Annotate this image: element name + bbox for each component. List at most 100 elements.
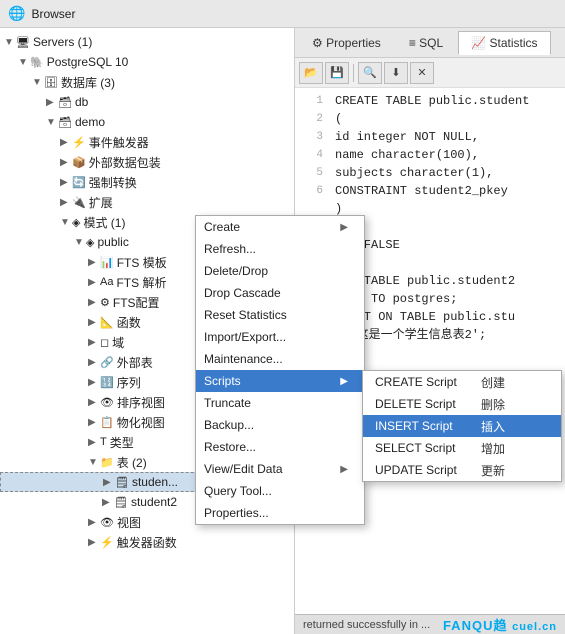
tree-node-icon: 📊 [100,256,114,269]
sql-icon: ≡ [409,36,416,50]
download-button[interactable]: ⬇ [384,62,408,84]
tree-item[interactable]: ▶🔄强制转换 [0,172,294,192]
tree-item[interactable]: ▼🖥Servers (1) [0,32,294,52]
menu-item-label: Reset Statistics [204,308,287,322]
tree-node-label: student2 [131,495,177,509]
menu-item-label: View/Edit Data [204,462,283,476]
tree-node-icon: 🔌 [72,196,86,209]
fanqu-logo: FANQU趋 cuel.cn [443,615,557,634]
tree-arrow: ▶ [88,377,98,388]
tree-node-icon: 🖥 [16,36,30,49]
tab-statistics[interactable]: 📈 Statistics [458,31,550,55]
save-button[interactable]: 💾 [325,62,349,84]
tab-sql[interactable]: ≡ SQL [396,31,456,54]
menu-item-label: Truncate [204,396,251,410]
context-menu-item-scripts[interactable]: Scripts▶ [196,370,364,392]
tree-item[interactable]: ▶🔌扩展 [0,192,294,212]
submenu-label-cn: 增加 [481,440,505,457]
context-menu-item-import-export[interactable]: Import/Export... [196,326,364,348]
toolbar-separator [353,64,354,82]
tree-node-label: public [97,235,128,249]
context-menu-item-query-tool[interactable]: Query Tool... [196,480,364,502]
submenu-label-cn: 更新 [481,462,505,479]
menu-item-label: Maintenance... [204,352,283,366]
tree-item[interactable]: ▶📦外部数据包装 [0,152,294,172]
context-menu-item-backup[interactable]: Backup... [196,414,364,436]
tab-properties[interactable]: ⚙ Properties [299,31,394,54]
tree-node-icon: ⚡ [72,136,86,149]
context-menu-item-maintenance[interactable]: Maintenance... [196,348,364,370]
submenu-label-en: CREATE Script [375,375,475,389]
tree-item[interactable]: ▼🗄数据库 (3) [0,72,294,92]
tree-node-label: 域 [112,334,124,351]
tree-arrow: ▶ [88,257,98,268]
tree-node-label: 强制转换 [89,174,137,191]
tree-node-label: 触发器函数 [117,534,177,551]
tree-node-label: 数据库 (3) [61,74,115,91]
submenu-item-create-script[interactable]: CREATE Script 创建 [363,371,561,393]
context-menu-item-properties[interactable]: Properties... [196,502,364,524]
title-bar: 🌐 Browser [0,0,565,28]
open-button[interactable]: 📂 [299,62,323,84]
submenu-label-en: INSERT Script [375,419,475,433]
context-menu-item-restore[interactable]: Restore... [196,436,364,458]
context-menu-item-view-edit[interactable]: View/Edit Data ▶ [196,458,364,480]
tree-arrow: ▶ [60,157,70,168]
tree-node-icon: T [100,436,107,448]
tree-node-label: FTS 解析 [116,274,166,291]
submenu-item-insert-script[interactable]: INSERT Script 插入 [363,415,561,437]
code-line: 4 name character(100), [303,146,557,164]
tree-node-label: 外部数据包装 [89,154,161,171]
tree-item[interactable]: ▶⚡事件触发器 [0,132,294,152]
submenu-item-select-script[interactable]: SELECT Script增加 [363,437,561,459]
context-menu-item-drop-cascade[interactable]: Drop Cascade [196,282,364,304]
menu-item-label: Restore... [204,440,256,454]
context-menu-item-refresh[interactable]: Refresh... [196,238,364,260]
tree-item[interactable]: ▼🗃demo [0,112,294,132]
tree-node-icon: 🐘 [30,56,44,69]
tree-node-label: 排序视图 [117,394,165,411]
tree-arrow: ▼ [60,217,70,228]
tree-arrow: ▶ [60,197,70,208]
close-button[interactable]: ✕ [410,62,434,84]
context-menu-item-reset-stats[interactable]: Reset Statistics [196,304,364,326]
code-line: 2( [303,110,557,128]
context-menu-item-truncate[interactable]: Truncate [196,392,364,414]
statistics-icon: 📈 [471,36,486,50]
line-text: subjects character(1), [335,164,493,182]
browser-icon: 🌐 [8,5,25,22]
tree-node-label: FTS 模板 [117,254,167,271]
tree-item[interactable]: ▼🐘PostgreSQL 10 [0,52,294,72]
tree-node-icon: 👁 [100,396,114,409]
context-menu: Create▶Refresh...Delete/DropDrop Cascade… [195,215,365,525]
tree-arrow: ▶ [103,477,113,488]
context-menu-item-create[interactable]: Create▶ [196,216,364,238]
tree-arrow: ▶ [88,417,98,428]
tree-arrow: ▶ [88,397,98,408]
line-number: 5 [303,164,323,182]
tree-item[interactable]: ▶🗃db [0,92,294,112]
tree-node-label: studen... [132,475,178,489]
menu-item-label: Create [204,220,240,234]
submenu-item-delete-script[interactable]: DELETE Script删除 [363,393,561,415]
tree-node-label: 序列 [117,374,141,391]
tree-node-label: 类型 [110,434,134,451]
tree-node-icon: ◈ [72,216,80,229]
tree-node-icon: 📦 [72,156,86,169]
submenu-item-update-script[interactable]: UPDATE Script 更新 [363,459,561,481]
submenu-arrow-icon: ▶ [340,464,348,475]
submenu-label-cn: 插入 [481,418,505,435]
code-line: 5 subjects character(1), [303,164,557,182]
submenu-label-cn: 创建 [481,374,505,391]
tree-arrow: ▶ [88,277,98,288]
tree-arrow: ▶ [88,437,98,448]
submenu-label-en: UPDATE Script [375,463,475,477]
line-text: id integer NOT NULL, [335,128,479,146]
tree-arrow: ▼ [4,37,14,48]
context-menu-item-delete[interactable]: Delete/Drop [196,260,364,282]
tree-node-icon: 🗃 [58,96,72,109]
search-button[interactable]: 🔍 [358,62,382,84]
tree-arrow: ▶ [88,297,98,308]
menu-item-label: Delete/Drop [204,264,268,278]
tree-item[interactable]: ▶⚡触发器函数 [0,532,294,552]
